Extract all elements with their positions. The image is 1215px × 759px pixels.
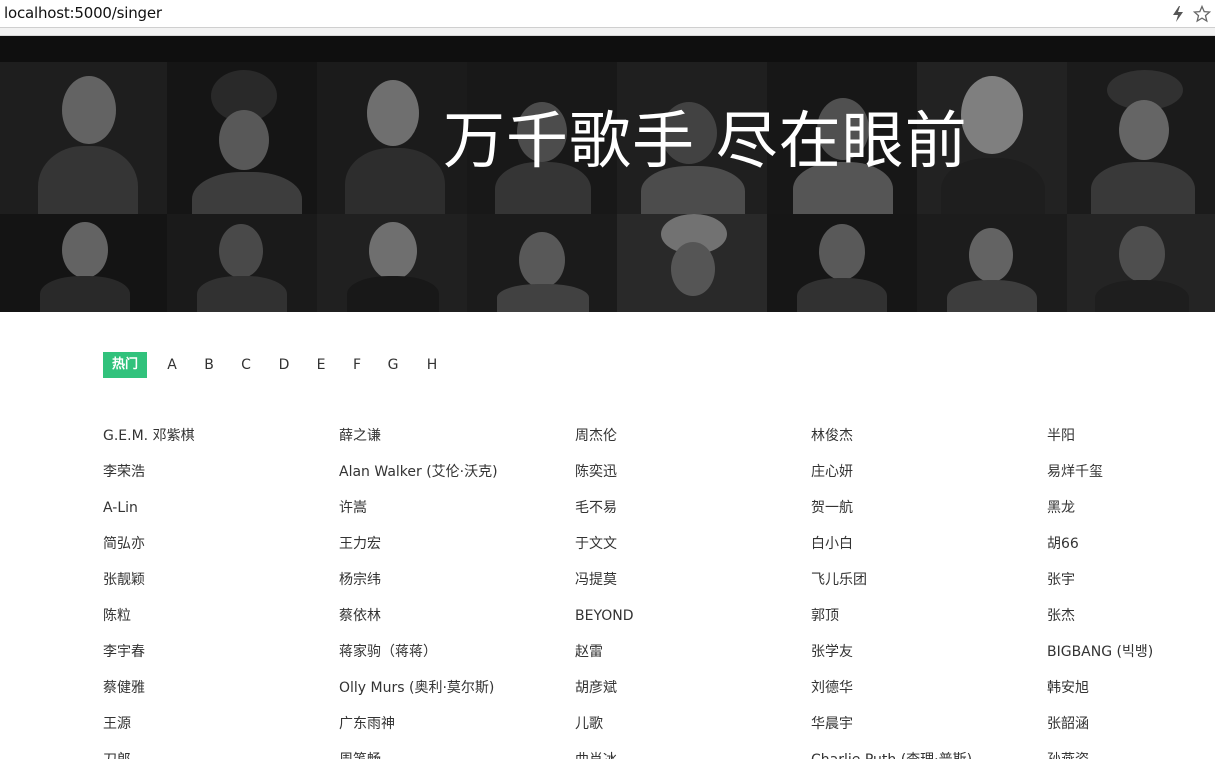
singer-link[interactable]: 周杰伦 xyxy=(575,426,805,462)
singer-link[interactable]: 儿歌 xyxy=(575,714,805,750)
singer-link[interactable]: 冯提莫 xyxy=(575,570,805,606)
singer-link[interactable]: A-Lin xyxy=(103,498,333,534)
banner-title: 万千歌手 尽在眼前 xyxy=(443,104,968,177)
singer-link[interactable]: 华晨宇 xyxy=(811,714,1041,750)
singer-link[interactable]: 庄心妍 xyxy=(811,462,1041,498)
tab-b[interactable]: B xyxy=(199,352,219,378)
singer-link[interactable]: 曲肖冰 xyxy=(575,750,805,759)
bookmark-star-icon[interactable] xyxy=(1193,5,1211,23)
singer-link[interactable]: 孙燕姿 xyxy=(1047,750,1215,759)
singer-link[interactable]: Olly Murs (奥利·莫尔斯) xyxy=(339,678,569,714)
singer-link[interactable]: 张靓颖 xyxy=(103,570,333,606)
tab-a[interactable]: A xyxy=(162,352,182,378)
singer-link[interactable]: 半阳 xyxy=(1047,426,1215,462)
singer-banner: 万千歌手 尽在眼前 xyxy=(0,36,1215,312)
singer-link[interactable]: 毛不易 xyxy=(575,498,805,534)
singer-link[interactable]: 张学友 xyxy=(811,642,1041,678)
singer-link[interactable]: 刀郎 xyxy=(103,750,333,759)
singer-link[interactable]: 广东雨神 xyxy=(339,714,569,750)
singer-link[interactable]: 许嵩 xyxy=(339,498,569,534)
singer-link[interactable]: 李宇春 xyxy=(103,642,333,678)
singer-link[interactable]: BEYOND xyxy=(575,606,805,642)
singer-link[interactable]: 薛之谦 xyxy=(339,426,569,462)
singer-link[interactable]: 胡66 xyxy=(1047,534,1215,570)
singer-link[interactable]: 蒋家驹（蒋蒋） xyxy=(339,642,569,678)
singer-link[interactable]: 陈粒 xyxy=(103,606,333,642)
tab-h[interactable]: H xyxy=(422,352,442,378)
singer-link[interactable]: 白小白 xyxy=(811,534,1041,570)
singer-link[interactable]: 张杰 xyxy=(1047,606,1215,642)
singer-link[interactable]: 易烊千玺 xyxy=(1047,462,1215,498)
singer-link[interactable]: 蔡依林 xyxy=(339,606,569,642)
browser-address-bar[interactable]: localhost:5000/singer xyxy=(0,0,1215,28)
url-text[interactable]: localhost:5000/singer xyxy=(4,4,162,22)
singer-link[interactable]: 林俊杰 xyxy=(811,426,1041,462)
singer-link[interactable]: 胡彦斌 xyxy=(575,678,805,714)
singer-link[interactable]: 陈奕迅 xyxy=(575,462,805,498)
singer-link[interactable]: 周笔畅 xyxy=(339,750,569,759)
singer-link[interactable]: 飞儿乐团 xyxy=(811,570,1041,606)
singer-column: 林俊杰 庄心妍 贺一航 白小白 飞儿乐团 郭顶 张学友 刘德华 华晨宇 Char… xyxy=(811,426,1041,759)
tab-d[interactable]: D xyxy=(274,352,294,378)
singer-link[interactable]: 黑龙 xyxy=(1047,498,1215,534)
singer-link[interactable]: 简弘亦 xyxy=(103,534,333,570)
singer-column: G.E.M. 邓紫棋 李荣浩 A-Lin 简弘亦 张靓颖 陈粒 李宇春 蔡健雅 … xyxy=(103,426,333,759)
singer-link[interactable]: BIGBANG (빅뱅) xyxy=(1047,642,1215,678)
singer-link[interactable]: G.E.M. 邓紫棋 xyxy=(103,426,333,462)
singer-link[interactable]: 张宇 xyxy=(1047,570,1215,606)
tab-hot[interactable]: 热门 xyxy=(103,352,147,378)
tab-e[interactable]: E xyxy=(311,352,331,378)
singer-column: 半阳 易烊千玺 黑龙 胡66 张宇 张杰 BIGBANG (빅뱅) 韩安旭 张韶… xyxy=(1047,426,1215,759)
singer-link[interactable]: 刘德华 xyxy=(811,678,1041,714)
singer-column: 周杰伦 陈奕迅 毛不易 于文文 冯提莫 BEYOND 赵雷 胡彦斌 儿歌 曲肖冰 xyxy=(575,426,805,759)
singer-link[interactable]: 郭顶 xyxy=(811,606,1041,642)
singer-link[interactable]: 李荣浩 xyxy=(103,462,333,498)
tab-g[interactable]: G xyxy=(383,352,403,378)
singer-link[interactable]: 杨宗纬 xyxy=(339,570,569,606)
tab-f[interactable]: F xyxy=(347,352,367,378)
singer-link[interactable]: 于文文 xyxy=(575,534,805,570)
singer-link[interactable]: 王力宏 xyxy=(339,534,569,570)
tab-c[interactable]: C xyxy=(236,352,256,378)
singer-link[interactable]: Alan Walker (艾伦·沃克) xyxy=(339,462,569,498)
singer-link[interactable]: 韩安旭 xyxy=(1047,678,1215,714)
singer-link[interactable]: 王源 xyxy=(103,714,333,750)
singer-link[interactable]: 赵雷 xyxy=(575,642,805,678)
browser-toolbar-strip xyxy=(0,28,1215,36)
singer-column: 薛之谦 Alan Walker (艾伦·沃克) 许嵩 王力宏 杨宗纬 蔡依林 蒋… xyxy=(339,426,569,759)
singer-link[interactable]: 蔡健雅 xyxy=(103,678,333,714)
singer-link[interactable]: 张韶涵 xyxy=(1047,714,1215,750)
singer-link[interactable]: Charlie Puth (查理·普斯) xyxy=(811,750,1041,759)
singer-link[interactable]: 贺一航 xyxy=(811,498,1041,534)
lightning-icon[interactable] xyxy=(1171,5,1185,23)
